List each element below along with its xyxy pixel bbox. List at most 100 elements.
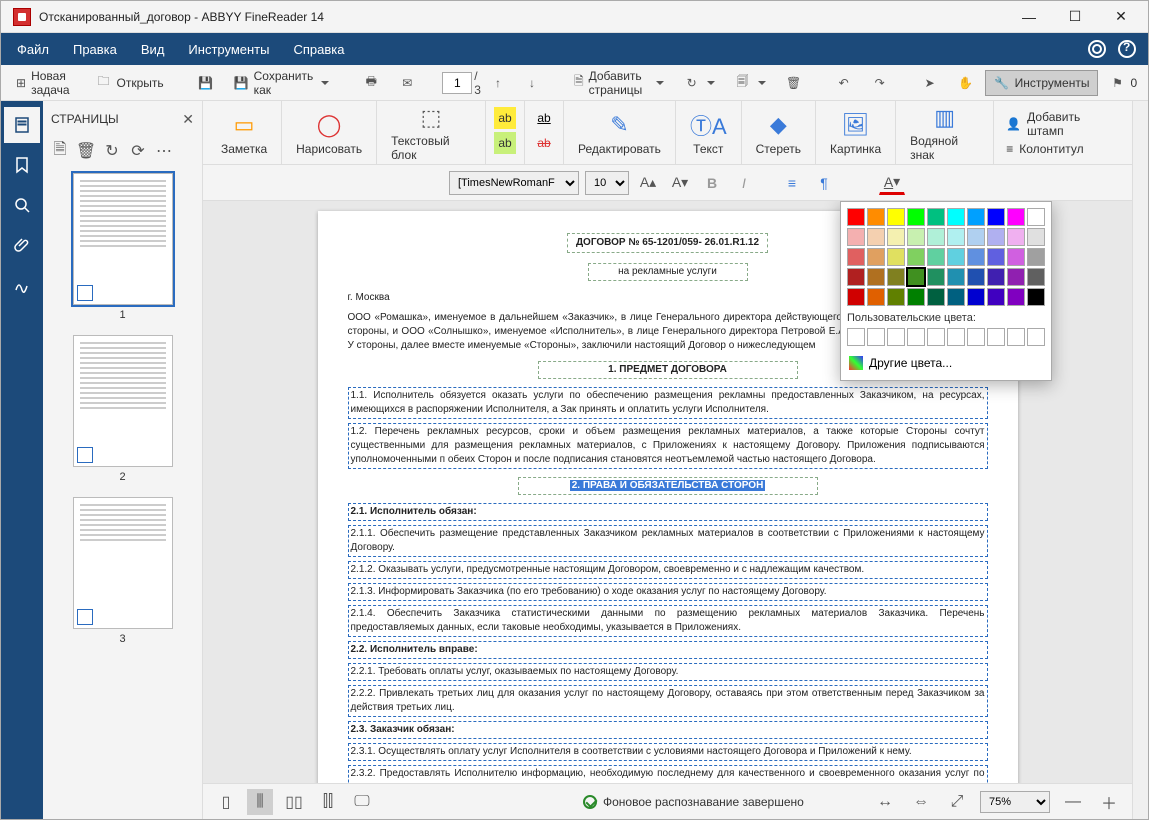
- minimize-button[interactable]: —: [1006, 1, 1052, 33]
- user-color-swatch[interactable]: [867, 328, 885, 346]
- user-color-swatch[interactable]: [947, 328, 965, 346]
- user-color-swatch[interactable]: [987, 328, 1005, 346]
- user-color-swatch[interactable]: [1027, 328, 1045, 346]
- add-page-icon[interactable]: 🗎: [51, 142, 69, 160]
- refresh-thumb-icon[interactable]: ⟳: [129, 142, 147, 160]
- fit-width-button[interactable]: ↔: [872, 789, 898, 815]
- font-size-select[interactable]: 10: [585, 171, 629, 195]
- font-grow-button[interactable]: A▴: [635, 171, 661, 195]
- zoom-in-button[interactable]: ＋: [1096, 789, 1122, 815]
- pointer-button[interactable]: ➤: [913, 70, 947, 96]
- search-tab[interactable]: [4, 187, 40, 223]
- color-swatch[interactable]: [987, 248, 1005, 266]
- user-color-swatch[interactable]: [1007, 328, 1025, 346]
- delete-thumb-icon[interactable]: 🗑: [77, 142, 95, 160]
- font-color-button[interactable]: A ▾: [879, 171, 905, 195]
- color-swatch[interactable]: [1007, 228, 1025, 246]
- color-swatch[interactable]: [927, 208, 945, 226]
- user-color-swatch[interactable]: [847, 328, 865, 346]
- color-swatch[interactable]: [947, 228, 965, 246]
- edit-tool[interactable]: ✎Редактировать: [564, 101, 676, 164]
- email-button[interactable]: ✉: [390, 70, 424, 96]
- color-swatch[interactable]: [907, 248, 925, 266]
- color-swatch[interactable]: [947, 208, 965, 226]
- color-swatch[interactable]: [887, 268, 905, 286]
- vertical-scrollbar[interactable]: [1132, 101, 1148, 819]
- maximize-button[interactable]: ☐: [1052, 1, 1098, 33]
- highlight-yellow[interactable]: ab: [494, 107, 516, 129]
- color-swatch[interactable]: [1027, 288, 1045, 306]
- add-pages-button[interactable]: 🗎Добавить страницы: [565, 64, 673, 102]
- hand-button[interactable]: ✋: [949, 70, 983, 96]
- color-swatch[interactable]: [847, 268, 865, 286]
- color-swatch[interactable]: [867, 248, 885, 266]
- redo-button[interactable]: ↷: [863, 70, 897, 96]
- color-swatch[interactable]: [1007, 208, 1025, 226]
- color-swatch[interactable]: [967, 248, 985, 266]
- signature-tab[interactable]: [4, 267, 40, 303]
- thumbnail-3[interactable]: 3: [71, 497, 175, 645]
- ocr-tool-button[interactable]: 🗐: [726, 70, 775, 96]
- note-tool[interactable]: ▭Заметка: [207, 101, 282, 164]
- undo-button[interactable]: ↶: [827, 70, 861, 96]
- thumbnail-2[interactable]: 2: [71, 335, 175, 483]
- textblock-tool[interactable]: ⬚Текстовый блок: [377, 101, 486, 164]
- user-color-swatch[interactable]: [887, 328, 905, 346]
- color-swatch[interactable]: [847, 288, 865, 306]
- color-swatch[interactable]: [927, 268, 945, 286]
- zoom-select[interactable]: 75%: [980, 791, 1050, 813]
- color-swatch[interactable]: [947, 248, 965, 266]
- settings-icon[interactable]: [1088, 40, 1106, 58]
- issues-button[interactable]: ⚑0: [1100, 70, 1146, 96]
- color-swatch[interactable]: [887, 248, 905, 266]
- color-swatch[interactable]: [1027, 228, 1045, 246]
- rotate-thumb-icon[interactable]: ↻: [103, 142, 121, 160]
- thumbnail-1[interactable]: 1: [71, 173, 175, 321]
- font-select[interactable]: [TimesNewRomanF: [449, 171, 579, 195]
- view-facing-button[interactable]: ▯▯: [281, 789, 307, 815]
- color-swatch[interactable]: [967, 268, 985, 286]
- bold-button[interactable]: B: [699, 171, 725, 195]
- color-swatch[interactable]: [907, 288, 925, 306]
- color-swatch[interactable]: [927, 248, 945, 266]
- color-swatch[interactable]: [867, 208, 885, 226]
- font-shrink-button[interactable]: A▾: [667, 171, 693, 195]
- color-swatch[interactable]: [847, 208, 865, 226]
- image-tool[interactable]: 🖼Картинка: [816, 101, 896, 164]
- header-footer-button[interactable]: ≡Колонтитул: [1006, 142, 1116, 156]
- page-down-button[interactable]: ↓: [515, 70, 549, 96]
- color-swatch[interactable]: [847, 248, 865, 266]
- erase-tool[interactable]: ◆Стереть: [742, 101, 816, 164]
- color-swatch[interactable]: [1027, 208, 1045, 226]
- view-single-button[interactable]: ▯: [213, 789, 239, 815]
- italic-button[interactable]: I: [731, 171, 757, 195]
- rotate-button[interactable]: ↻: [675, 70, 724, 96]
- close-button[interactable]: ✕: [1098, 1, 1144, 33]
- color-swatch[interactable]: [967, 288, 985, 306]
- color-swatch[interactable]: [987, 268, 1005, 286]
- tools-button[interactable]: 🔧Инструменты: [985, 70, 1099, 96]
- help-icon[interactable]: [1118, 40, 1136, 58]
- draw-tool[interactable]: ◯Нарисовать: [282, 101, 377, 164]
- color-swatch[interactable]: [887, 288, 905, 306]
- color-swatch[interactable]: [907, 268, 925, 286]
- color-swatch[interactable]: [907, 208, 925, 226]
- more-colors-button[interactable]: Другие цвета...: [847, 352, 1045, 374]
- view-book-button[interactable]: ⫿⫿: [315, 789, 341, 815]
- actual-size-button[interactable]: ⤢: [944, 789, 970, 815]
- print-button[interactable]: 🖶: [354, 70, 388, 96]
- menu-help[interactable]: Справка: [281, 36, 356, 63]
- color-swatch[interactable]: [1007, 248, 1025, 266]
- paragraph-button[interactable]: ¶: [811, 171, 837, 195]
- open-button[interactable]: 🗀Открыть: [87, 70, 173, 96]
- user-color-swatch[interactable]: [907, 328, 925, 346]
- document-viewport[interactable]: Пользовательские цвета: Другие цвета... …: [203, 201, 1132, 783]
- color-swatch[interactable]: [847, 228, 865, 246]
- color-swatch[interactable]: [1027, 268, 1045, 286]
- color-swatch[interactable]: [987, 288, 1005, 306]
- add-stamp-button[interactable]: 👤Добавить штамп: [1006, 110, 1116, 138]
- color-swatch[interactable]: [927, 228, 945, 246]
- menu-view[interactable]: Вид: [129, 36, 177, 63]
- color-swatch[interactable]: [887, 208, 905, 226]
- color-swatch[interactable]: [887, 228, 905, 246]
